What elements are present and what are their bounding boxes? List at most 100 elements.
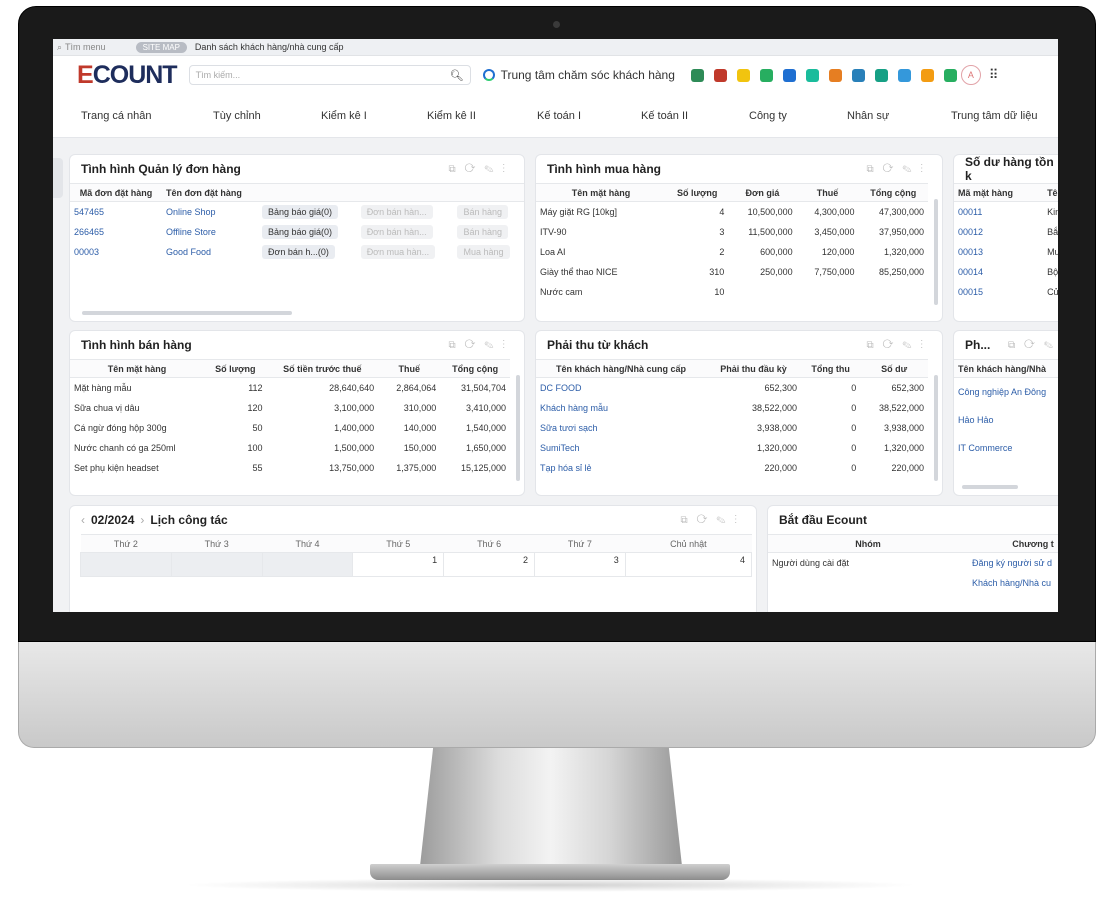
widget-actions[interactable]: ⧉⟳✎⋮: [867, 340, 932, 351]
table-row[interactable]: Cá ngừ đóng hộp 300g 50 1,400,000 140,000 1,…: [70, 418, 510, 438]
col-header[interactable]: Tổng thu: [801, 359, 861, 378]
table-row[interactable]: Sữa tươi sạch 3,938,000 0 3,938,000: [536, 418, 928, 438]
table-row[interactable]: Mặt hàng mẫu 112 28,640,640 2,864,064 31,504…: [70, 378, 510, 398]
table-row[interactable]: DC FOOD 652,300 0 652,300: [536, 378, 928, 398]
col-header[interactable]: Số lượng: [204, 359, 267, 378]
search-icon[interactable]: 🔍︎: [450, 69, 464, 82]
vertical-scrollbar[interactable]: [934, 199, 938, 305]
quote-button[interactable]: Bảng báo giá(0): [262, 204, 339, 219]
widget-actions[interactable]: ⧉⟳✎⋮: [449, 164, 514, 175]
calendar-cell[interactable]: 1: [352, 552, 445, 577]
toolbar-icon-12[interactable]: [943, 68, 957, 82]
toolbar-icon-8[interactable]: [851, 68, 865, 82]
breadcrumb[interactable]: Danh sách khách hàng/nhà cung cấp: [195, 42, 344, 52]
quote-button[interactable]: Bảng báo giá(0): [262, 224, 339, 239]
table-row[interactable]: Sữa chua vị dâu 120 3,100,000 310,000 3,410,…: [70, 398, 510, 418]
apps-grid-icon[interactable]: ⠿: [989, 67, 999, 83]
toolbar-icon-3[interactable]: [736, 68, 750, 82]
col-header[interactable]: Tên khách hàng/Nhà: [954, 359, 1058, 378]
col-header[interactable]: Mã đơn đặt hàng: [70, 183, 162, 202]
widget-actions[interactable]: ⧉⟳✎⋮: [867, 164, 932, 175]
customer-center-link[interactable]: Trung tâm chăm sóc khách hàng: [482, 68, 675, 82]
col-header[interactable]: Tên khách hàng/Nhà cung cấp: [536, 359, 706, 378]
widget-actions[interactable]: ⧉⟳✎: [1008, 340, 1058, 351]
global-search-input[interactable]: Tìm kiếm... 🔍︎: [188, 65, 471, 85]
table-row[interactable]: Nước cam 10: [536, 282, 928, 302]
nav-item-accounting-1[interactable]: Kế toán I: [537, 110, 581, 122]
table-row[interactable]: 00003 Good Food Đơn bán h...(0) Đơn mua hàn…: [70, 242, 524, 262]
col-header[interactable]: Tên m: [1043, 183, 1058, 202]
col-header[interactable]: Tên mặt hàng: [70, 359, 204, 378]
col-header[interactable]: Thuế: [796, 183, 859, 202]
horizontal-scrollbar[interactable]: [82, 311, 292, 315]
table-row[interactable]: Khách hàng/Nhà cu: [768, 573, 1058, 593]
col-header[interactable]: Nhóm: [768, 534, 968, 553]
ecount-logo[interactable]: E COUNT: [77, 61, 178, 90]
table-row[interactable]: SumiTech 1,320,000 0 1,320,000: [536, 438, 928, 458]
toolbar-icon-7[interactable]: [828, 68, 842, 82]
toolbar-icon-11[interactable]: [920, 68, 934, 82]
col-header[interactable]: Tên đơn đặt hàng: [162, 183, 258, 202]
nav-item-personal[interactable]: Trang cá nhân: [81, 110, 152, 122]
vertical-scrollbar[interactable]: [516, 375, 520, 481]
table-row[interactable]: Nước chanh có ga 250ml 100 1,500,000 150,00…: [70, 438, 510, 458]
col-header[interactable]: Số lượng: [666, 183, 729, 202]
toolbar-icon-6[interactable]: [805, 68, 819, 82]
table-row[interactable]: Set phụ kiện headset 55 13,750,000 1,375,00…: [70, 458, 510, 478]
col-header[interactable]: Chương t: [968, 534, 1058, 553]
calendar-cell[interactable]: [170, 552, 263, 577]
menu-search-input[interactable]: Tìm menu: [65, 42, 106, 52]
col-header[interactable]: Tên mặt hàng: [536, 183, 666, 202]
col-header[interactable]: Tổng cộng: [858, 183, 928, 202]
col-header[interactable]: Tổng cộng: [440, 359, 510, 378]
col-header[interactable]: Phải thu đầu kỳ: [706, 359, 802, 378]
table-row[interactable]: 00011Kim ch: [954, 202, 1058, 222]
nav-item-inventory-2[interactable]: Kiểm kê II: [427, 110, 476, 122]
toolbar-icon-4[interactable]: [759, 68, 773, 82]
calendar-cell[interactable]: [261, 552, 354, 577]
table-row[interactable]: Giày thể thao NICE 310 250,000 7,750,000 85,…: [536, 262, 928, 282]
table-row[interactable]: 547465 Online Shop Bảng báo giá(0) Đơn bán …: [70, 202, 524, 222]
calendar-cell[interactable]: [80, 552, 172, 577]
nav-item-customize[interactable]: Tùy chỉnh: [213, 110, 261, 122]
col-header[interactable]: Số dư: [860, 359, 928, 378]
table-row[interactable]: Loa AI 2 600,000 120,000 1,320,000: [536, 242, 928, 262]
table-row[interactable]: 00012Bắp cả: [954, 222, 1058, 242]
table-row[interactable]: Hảo Hảo: [954, 406, 1058, 434]
avatar[interactable]: A: [960, 65, 981, 85]
prev-month-icon[interactable]: ‹: [81, 513, 85, 527]
vertical-scrollbar[interactable]: [934, 375, 938, 481]
nav-item-data-center[interactable]: Trung tâm dữ liệu: [951, 110, 1037, 122]
calendar-cell[interactable]: 4: [624, 552, 753, 577]
table-row[interactable]: 00015Củ cải: [954, 282, 1058, 302]
nav-item-company[interactable]: Công ty: [749, 110, 787, 122]
widget-actions[interactable]: ⧉⟳✎⋮: [449, 340, 514, 351]
nav-item-accounting-2[interactable]: Kế toán II: [641, 110, 688, 122]
widget-actions[interactable]: ⧉⟳✎⋮: [681, 515, 746, 526]
table-row[interactable]: Khách hàng mẫu 38,522,000 0 38,522,000: [536, 398, 928, 418]
toolbar-icon-10[interactable]: [897, 68, 911, 82]
sidebar-handle[interactable]: [53, 158, 63, 198]
toolbar-icon-9[interactable]: [874, 68, 888, 82]
horizontal-scrollbar[interactable]: [962, 485, 1018, 489]
col-header[interactable]: Số tiền trước thuế: [266, 359, 379, 378]
nav-item-hr[interactable]: Nhân sự: [847, 110, 889, 122]
site-map-button[interactable]: SITE MAP: [135, 41, 187, 53]
next-month-icon[interactable]: ›: [140, 513, 144, 527]
toolbar-icon-1[interactable]: [690, 68, 704, 82]
col-header[interactable]: Đơn giá: [728, 183, 797, 202]
calendar-cell[interactable]: 2: [443, 552, 535, 577]
table-row[interactable]: Công nghiệp An Đông: [954, 378, 1058, 406]
table-row[interactable]: ITV-90 3 11,500,000 3,450,000 37,950,000: [536, 222, 928, 242]
table-row[interactable]: Máy giặt RG [10kg] 4 10,500,000 4,300,000 47…: [536, 202, 928, 222]
toolbar-icon-2[interactable]: [713, 68, 727, 82]
col-header[interactable]: Thuế: [378, 359, 441, 378]
table-row[interactable]: 00014Bột ớt: [954, 262, 1058, 282]
table-row[interactable]: 00013Muối: [954, 242, 1058, 262]
col-header[interactable]: Mã mặt hàng: [954, 183, 1044, 202]
sales-order-button[interactable]: Đơn bán h...(0): [262, 244, 335, 259]
table-row[interactable]: Tạp hóa sỉ lẻ 220,000 0 220,000: [536, 458, 928, 478]
menu-search-icon[interactable]: ⌕: [57, 42, 62, 53]
table-row[interactable]: 266465 Offline Store Bảng báo giá(0) Đơn bá…: [70, 222, 524, 242]
calendar-cell[interactable]: 3: [533, 552, 626, 577]
